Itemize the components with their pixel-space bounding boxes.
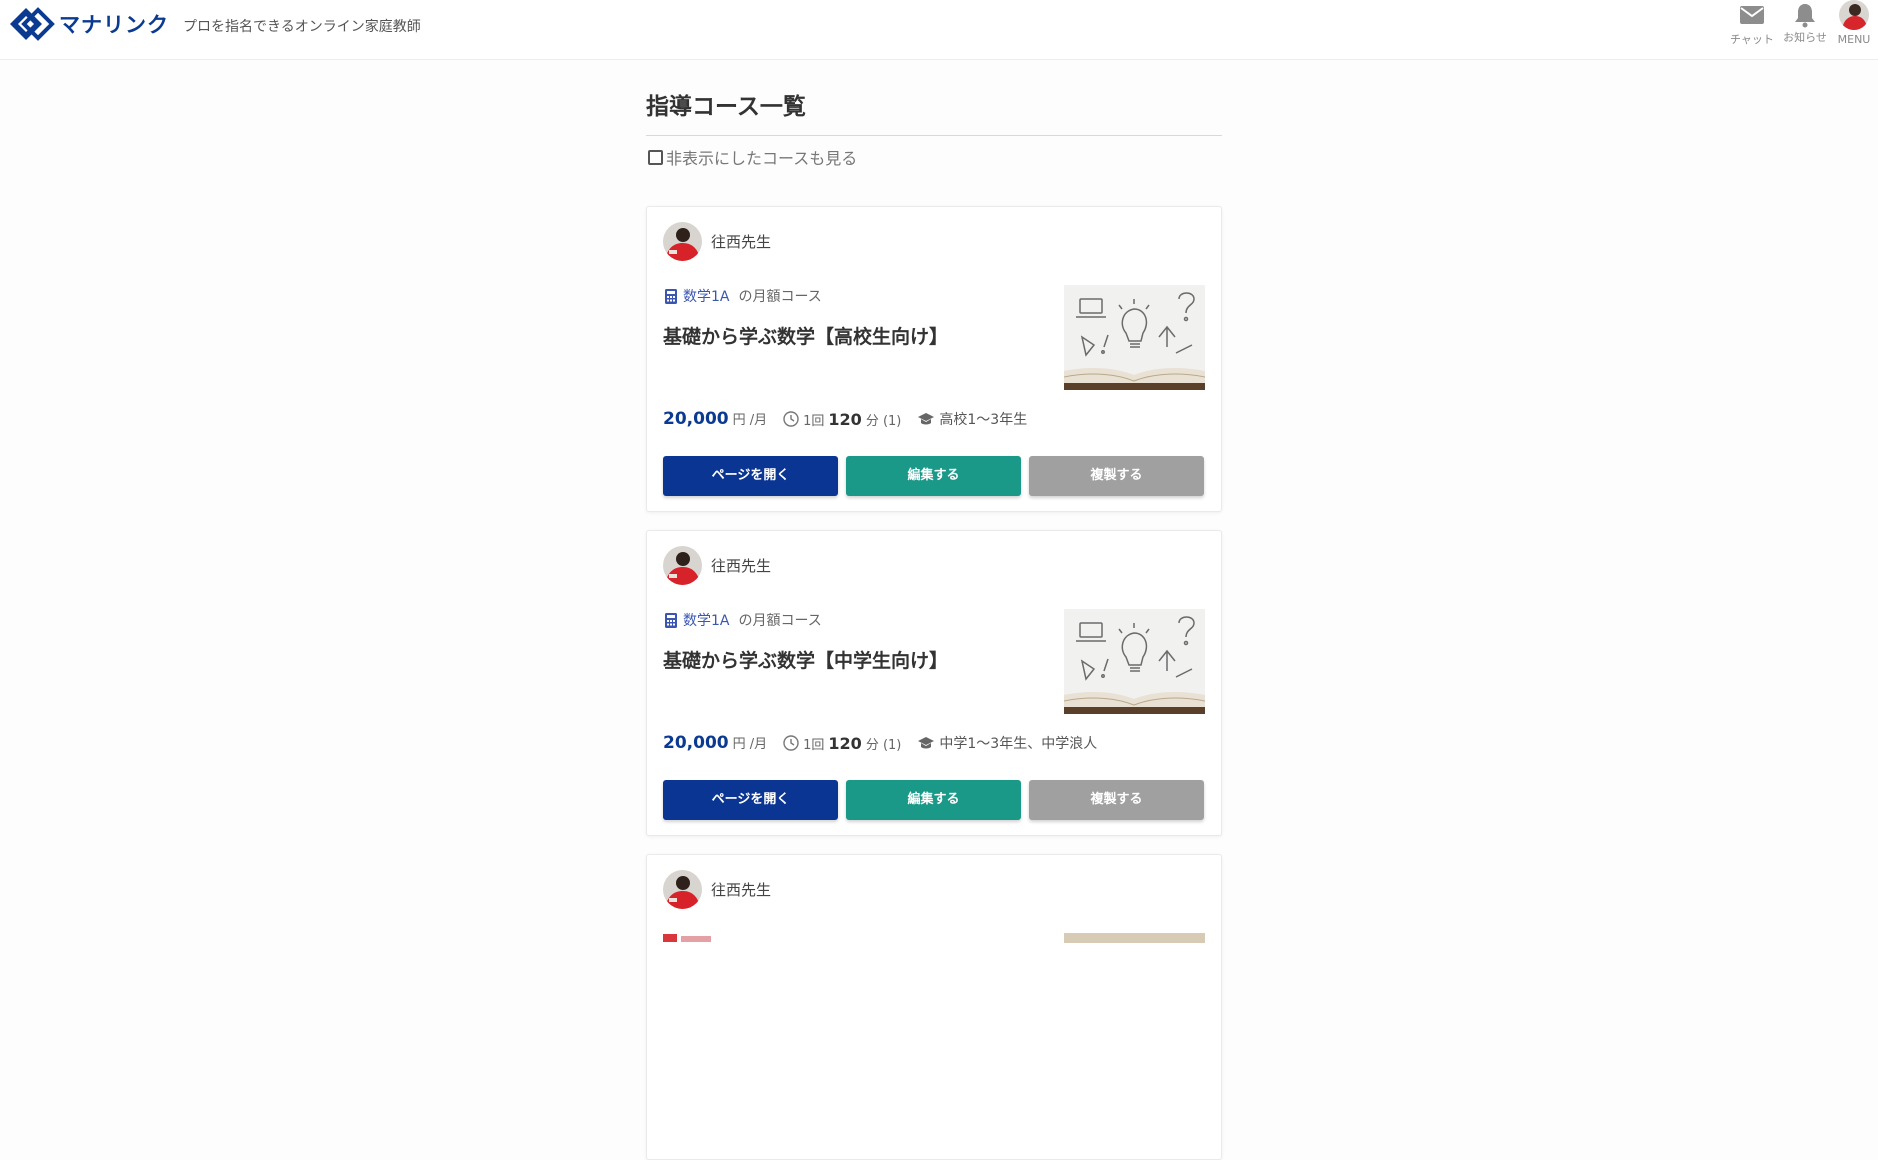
course-meta: 20,000 円 /月 1回 120 分 (1) 中学1～3年生、中学浪人 — [663, 733, 1097, 753]
price-unit: 円 /月 — [732, 413, 768, 428]
course-title: 基礎から学ぶ数学【中学生向け】 — [663, 650, 949, 672]
notifications-button[interactable]: お知らせ — [1780, 0, 1830, 52]
minutes-unit: 分 (1) — [865, 737, 902, 753]
calculator-icon — [665, 288, 677, 304]
site-logo[interactable]: マナリンク — [8, 6, 169, 42]
duplicate-button[interactable]: 複製する — [1029, 780, 1204, 820]
mail-icon — [1740, 6, 1764, 24]
subject-icon-partial — [663, 934, 677, 942]
subject-line: 数学1A の月額コース — [665, 610, 822, 630]
menu-label: MENU — [1837, 33, 1871, 46]
teacher-name: 往西先生 — [711, 233, 772, 251]
plan-type: の月額コース — [738, 613, 822, 629]
teacher-info[interactable]: 往西先生 — [663, 222, 771, 261]
lesson-length: 1回 120 分 (1) — [783, 410, 901, 429]
subject-line: 数学1A の月額コース — [665, 286, 822, 306]
teacher-avatar — [663, 546, 702, 585]
page-title: 指導コース一覧 — [646, 94, 806, 120]
show-hidden-label: 非表示にしたコースも見る — [666, 149, 858, 168]
subject-link[interactable]: 数学1A — [683, 286, 729, 306]
calculator-icon — [665, 612, 677, 628]
teacher-avatar — [663, 222, 702, 261]
clock-icon — [783, 735, 799, 751]
price: 20,000 — [663, 733, 729, 753]
subject-link[interactable]: 数学1A — [683, 610, 729, 630]
course-meta: 20,000 円 /月 1回 120 分 (1) 高校1～3年生 — [663, 409, 1027, 429]
chat-label: チャット — [1730, 33, 1774, 46]
teacher-avatar — [663, 870, 702, 909]
top-header: マナリンク プロを指名できるオンライン家庭教師 チャット お知らせ MENU — [0, 0, 1878, 60]
minutes: 120 — [828, 409, 862, 429]
price: 20,000 — [663, 409, 729, 429]
menu-button[interactable]: MENU — [1834, 0, 1874, 52]
title-divider — [646, 135, 1222, 136]
bell-icon — [1795, 4, 1815, 28]
price-unit: 円 /月 — [732, 737, 768, 752]
minutes-unit: 分 (1) — [865, 413, 902, 429]
graduation-cap-icon — [918, 413, 935, 425]
course-card: 往西先生 数学1A の月額コース 基礎から学ぶ数学【高校生向け】 20,000 … — [646, 206, 1222, 512]
notifications-label: お知らせ — [1783, 31, 1827, 44]
minutes: 120 — [828, 733, 862, 753]
teacher-info[interactable]: 往西先生 — [663, 870, 771, 909]
teacher-info[interactable]: 往西先生 — [663, 546, 771, 585]
course-thumbnail — [1064, 933, 1205, 943]
teacher-name: 往西先生 — [711, 881, 772, 899]
course-title: 基礎から学ぶ数学【高校生向け】 — [663, 326, 949, 348]
plan-type: の月額コース — [738, 289, 822, 305]
target-grade: 中学1～3年生、中学浪人 — [917, 733, 1097, 753]
graduation-cap-icon — [918, 737, 935, 749]
course-thumbnail — [1064, 609, 1205, 714]
subject-name-partial — [681, 936, 711, 942]
edit-button[interactable]: 編集する — [846, 780, 1021, 820]
logo-mark-icon — [10, 7, 55, 41]
tagline: プロを指名できるオンライン家庭教師 — [183, 19, 421, 35]
chat-button[interactable]: チャット — [1728, 0, 1776, 52]
grade-text: 高校1～3年生 — [939, 412, 1028, 428]
clock-icon — [783, 411, 799, 427]
course-card: 往西先生 数学1A の月額コース 基礎から学ぶ数学【中学生向け】 20,000 … — [646, 530, 1222, 836]
course-card: 往西先生 — [646, 854, 1222, 1160]
duplicate-button[interactable]: 複製する — [1029, 456, 1204, 496]
logo-text: マナリンク — [59, 13, 169, 37]
per-lesson: 1回 — [803, 737, 825, 753]
grade-text: 中学1～3年生、中学浪人 — [939, 736, 1098, 752]
show-hidden-checkbox[interactable] — [648, 149, 663, 165]
open-page-button[interactable]: ページを開く — [663, 780, 838, 820]
user-avatar — [1839, 0, 1869, 30]
teacher-name: 往西先生 — [711, 557, 772, 575]
per-lesson: 1回 — [803, 413, 825, 429]
edit-button[interactable]: 編集する — [846, 456, 1021, 496]
course-thumbnail — [1064, 285, 1205, 390]
show-hidden-courses-toggle[interactable]: 非表示にしたコースも見る — [648, 145, 857, 169]
target-grade: 高校1～3年生 — [917, 409, 1027, 429]
lesson-length: 1回 120 分 (1) — [783, 734, 901, 753]
open-page-button[interactable]: ページを開く — [663, 456, 838, 496]
